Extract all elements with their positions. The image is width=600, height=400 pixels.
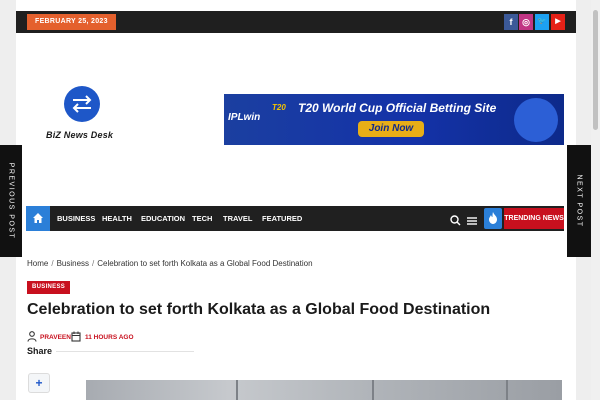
next-post-label: NEXT POST — [575, 174, 583, 228]
nav-tech[interactable]: TECH — [192, 206, 212, 231]
share-more-button[interactable]: + — [28, 373, 50, 393]
date-badge: FEBRUARY 25, 2023 — [27, 14, 116, 30]
ad-brand: IPLwin — [228, 112, 261, 123]
previous-post-button[interactable]: PREVIOUS POST — [0, 145, 22, 257]
image-frame-line — [372, 380, 374, 400]
search-icon[interactable] — [450, 213, 461, 231]
share-divider — [56, 351, 194, 352]
top-bar: FEBRUARY 25, 2023 f ◎ 🐦 ▶ — [16, 11, 576, 33]
breadcrumb-home[interactable]: Home — [27, 259, 48, 268]
breadcrumb-business[interactable]: Business — [57, 259, 89, 268]
nav-featured[interactable]: FEATURED — [262, 206, 302, 231]
article-title: Celebration to set forth Kolkata as a Gl… — [27, 301, 491, 318]
instagram-icon[interactable]: ◎ — [519, 14, 533, 30]
ad-t20-badge: T20 — [272, 103, 286, 112]
home-icon[interactable] — [26, 206, 50, 231]
author-link[interactable]: PRAVEEN — [40, 334, 71, 341]
featured-image — [86, 380, 562, 400]
ad-headline: T20 World Cup Official Betting Site — [298, 101, 497, 115]
advertisement-banner[interactable]: IPLwin T20 T20 World Cup Official Bettin… — [224, 94, 564, 145]
ad-join-button[interactable]: Join Now — [358, 121, 424, 137]
scrollbar-thumb[interactable] — [593, 10, 598, 130]
site-logo-icon[interactable] — [64, 86, 100, 122]
publish-time: 11 HOURS AGO — [85, 334, 134, 341]
menu-icon[interactable] — [467, 213, 477, 231]
user-icon — [27, 331, 37, 344]
fire-icon[interactable] — [484, 208, 502, 229]
ad-player-image — [514, 98, 558, 142]
nav-travel[interactable]: TRAVEL — [223, 206, 252, 231]
main-navigation: BUSINESS HEALTH EDUCATION TECH TRAVEL FE… — [26, 206, 564, 231]
calendar-icon — [71, 331, 81, 344]
category-badge[interactable]: BUSINESS — [27, 281, 71, 294]
image-frame-line — [506, 380, 508, 400]
nav-health[interactable]: HEALTH — [102, 206, 132, 231]
trending-news-button[interactable]: TRENDING NEWS — [504, 208, 564, 229]
nav-business[interactable]: BUSINESS — [57, 206, 95, 231]
breadcrumb: Home / Business / Celebration to set forth K… — [27, 259, 313, 268]
previous-post-label: PREVIOUS POST — [7, 162, 15, 240]
image-frame-line — [236, 380, 238, 400]
youtube-icon[interactable]: ▶ — [551, 14, 565, 30]
facebook-icon[interactable]: f — [504, 14, 518, 30]
breadcrumb-current: Celebration to set forth Kolkata as a Gl… — [97, 259, 313, 268]
next-post-button[interactable]: NEXT POST — [567, 145, 591, 257]
twitter-icon[interactable]: 🐦 — [535, 14, 549, 30]
site-logo-text[interactable]: BiZ News Desk — [46, 130, 113, 140]
breadcrumb-separator: / — [92, 259, 95, 268]
breadcrumb-separator: / — [51, 259, 54, 268]
share-label: Share — [27, 346, 53, 356]
nav-education[interactable]: EDUCATION — [141, 206, 185, 231]
